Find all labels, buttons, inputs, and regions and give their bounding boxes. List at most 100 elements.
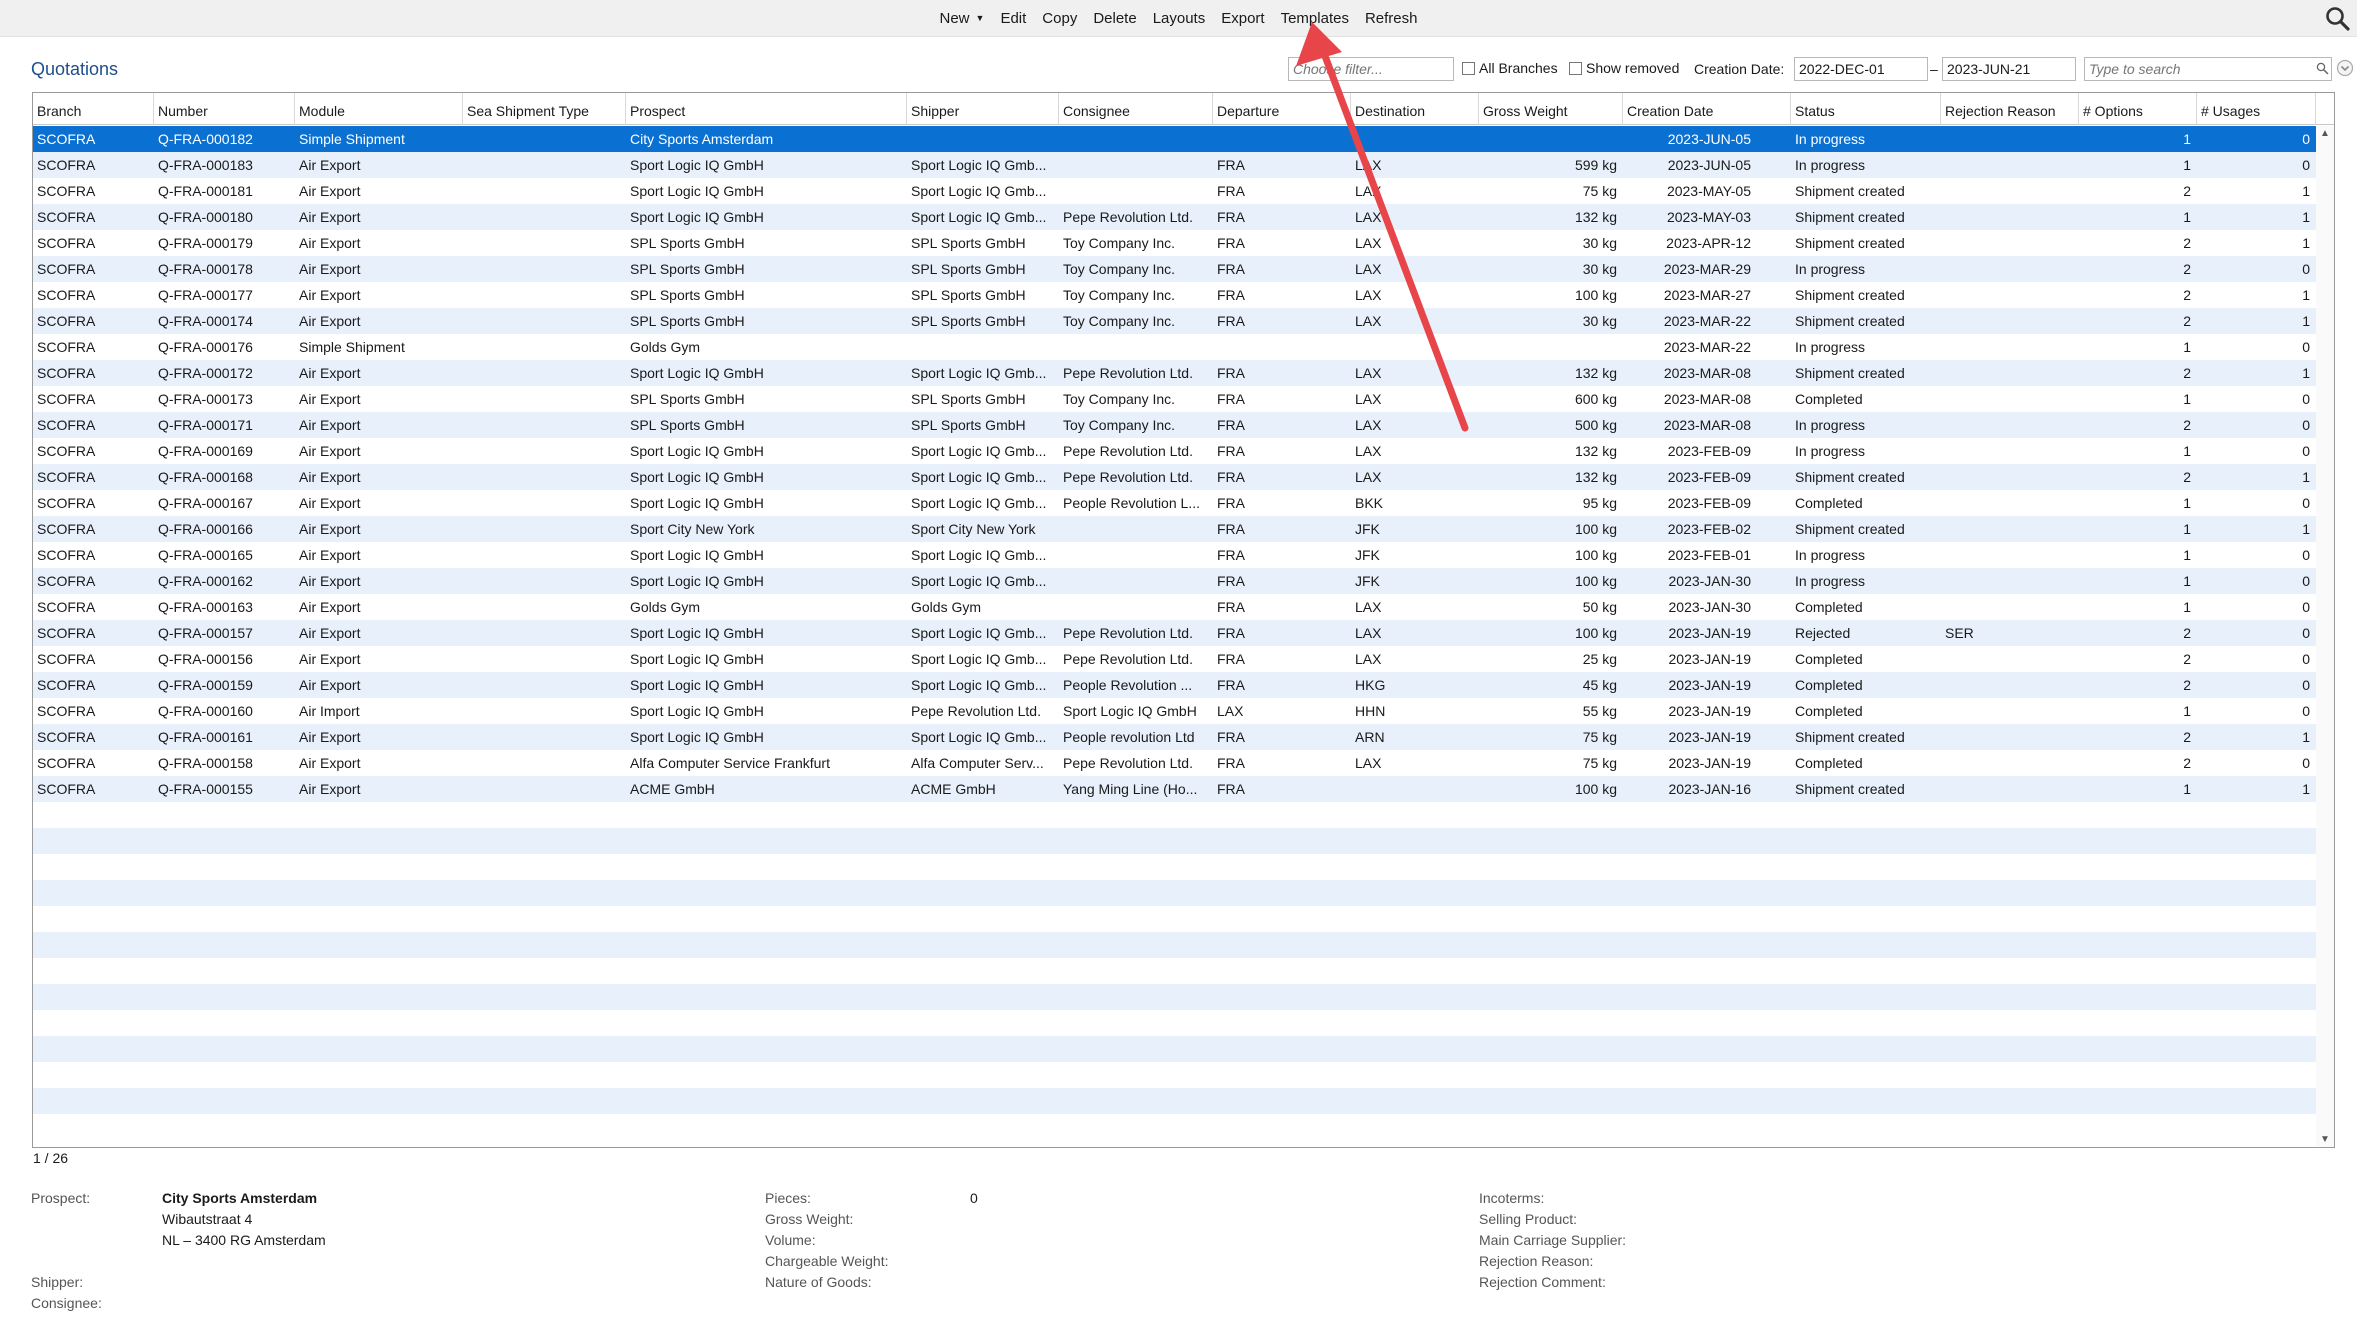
table-row[interactable]: SCOFRA Q-FRA-000177 Air Export SPL Sports G… xyxy=(33,282,2316,308)
table-row[interactable]: SCOFRA Q-FRA-000158 Air Export Alfa Compute… xyxy=(33,750,2316,776)
table-row[interactable]: SCOFRA Q-FRA-000162 Air Export Sport Logic … xyxy=(33,568,2316,594)
table-row[interactable]: SCOFRA Q-FRA-000161 Air Export Sport Logic … xyxy=(33,724,2316,750)
cell-sea-shipment-type xyxy=(463,594,626,620)
menu-new[interactable]: New ▼ xyxy=(932,10,993,27)
cell-departure: FRA xyxy=(1217,573,1245,589)
search-icon[interactable] xyxy=(2316,62,2329,75)
all-branches-checkbox[interactable]: All Branches xyxy=(1462,60,1558,76)
column-header-usages[interactable]: # Usages xyxy=(2197,93,2316,125)
cell-consignee: Pepe Revolution Ltd. xyxy=(1063,755,1193,771)
scroll-up-icon[interactable]: ▲ xyxy=(2320,128,2330,139)
column-header-options[interactable]: # Options xyxy=(2079,93,2197,125)
cell-departure xyxy=(1213,126,1351,152)
table-row[interactable]: SCOFRA Q-FRA-000181 Air Export Sport Logic … xyxy=(33,178,2316,204)
table-row[interactable]: SCOFRA Q-FRA-000165 Air Export Sport Logic … xyxy=(33,542,2316,568)
cell-consignee xyxy=(1059,516,1213,542)
column-header-sea-shipment-type[interactable]: Sea Shipment Type xyxy=(463,93,626,125)
scroll-down-icon[interactable]: ▼ xyxy=(2320,1134,2330,1145)
cell-sea-shipment-type xyxy=(463,126,626,152)
table-row[interactable]: SCOFRA Q-FRA-000179 Air Export SPL Sports G… xyxy=(33,230,2316,256)
checkbox-box[interactable] xyxy=(1462,61,1475,75)
cell-sea-shipment-type xyxy=(463,646,626,672)
vertical-scrollbar[interactable]: ▲ ▼ xyxy=(2316,126,2334,1147)
column-header-departure[interactable]: Departure xyxy=(1213,93,1351,125)
cell-creation-date: 2023-MAR-29 xyxy=(1663,261,1751,277)
cell-number: Q-FRA-000169 xyxy=(158,443,253,459)
cell-usages: 0 xyxy=(2302,131,2310,147)
cell-departure xyxy=(1213,334,1351,360)
cell-options: 1 xyxy=(2183,131,2191,147)
table-row[interactable]: SCOFRA Q-FRA-000156 Air Export Sport Logic … xyxy=(33,646,2316,672)
cell-consignee: Toy Company Inc. xyxy=(1063,261,1176,277)
cell-departure: FRA xyxy=(1217,677,1245,693)
column-header-prospect[interactable]: Prospect xyxy=(626,93,907,125)
table-row[interactable]: SCOFRA Q-FRA-000183 Air Export Sport Logic … xyxy=(33,152,2316,178)
checkbox-box[interactable] xyxy=(1569,61,1582,75)
chevron-down-circle-icon[interactable] xyxy=(2336,59,2354,77)
cell-options: 1 xyxy=(2183,391,2191,407)
cell-shipper: Sport Logic IQ Gmb... xyxy=(911,573,1047,589)
table-row[interactable]: SCOFRA Q-FRA-000174 Air Export SPL Sports G… xyxy=(33,308,2316,334)
cell-prospect: Sport Logic IQ GmbH xyxy=(630,677,764,693)
column-header-number[interactable]: Number xyxy=(154,93,295,125)
column-header-gross-weight[interactable]: Gross Weight xyxy=(1479,93,1623,125)
menu-templates[interactable]: Templates xyxy=(1273,10,1357,27)
show-removed-checkbox[interactable]: Show removed xyxy=(1569,60,1679,76)
search-icon[interactable] xyxy=(2325,6,2351,32)
table-row[interactable]: SCOFRA Q-FRA-000172 Air Export Sport Logic … xyxy=(33,360,2316,386)
column-header-shipper[interactable]: Shipper xyxy=(907,93,1059,125)
table-row[interactable]: SCOFRA Q-FRA-000169 Air Export Sport Logic … xyxy=(33,438,2316,464)
cell-gross-weight: 25 kg xyxy=(1582,651,1617,667)
column-header-status[interactable]: Status xyxy=(1791,93,1941,125)
table-row[interactable]: SCOFRA Q-FRA-000176 Simple Shipment Golds G… xyxy=(33,334,2316,360)
column-header-module[interactable]: Module xyxy=(295,93,463,125)
menu-edit[interactable]: Edit xyxy=(992,10,1034,27)
table-row[interactable]: SCOFRA Q-FRA-000159 Air Export Sport Logic … xyxy=(33,672,2316,698)
table-row-selected[interactable]: SCOFRA Q-FRA-000182 Simple Shipment City Sp… xyxy=(33,126,2316,152)
table-row[interactable]: SCOFRA Q-FRA-000180 Air Export Sport Logic … xyxy=(33,204,2316,230)
menu-layouts[interactable]: Layouts xyxy=(1145,10,1214,27)
menu-copy[interactable]: Copy xyxy=(1034,10,1085,27)
menu-export[interactable]: Export xyxy=(1213,10,1272,27)
table-row[interactable]: SCOFRA Q-FRA-000155 Air Export ACME GmbH ACM… xyxy=(33,776,2316,802)
menu-refresh[interactable]: Refresh xyxy=(1357,10,1426,27)
cell-departure: FRA xyxy=(1217,417,1245,433)
all-branches-label: All Branches xyxy=(1479,60,1558,76)
cell-consignee xyxy=(1059,542,1213,568)
column-header-branch[interactable]: Branch xyxy=(33,93,154,125)
column-header-destination[interactable]: Destination xyxy=(1351,93,1479,125)
cell-destination xyxy=(1351,126,1479,152)
date-to-input[interactable] xyxy=(1942,57,2076,81)
cell-status: In progress xyxy=(1795,547,1866,563)
table-row[interactable]: SCOFRA Q-FRA-000166 Air Export Sport City N… xyxy=(33,516,2316,542)
table-row[interactable]: SCOFRA Q-FRA-000168 Air Export Sport Logic … xyxy=(33,464,2316,490)
table-row[interactable]: SCOFRA Q-FRA-000160 Air Import Sport Logic … xyxy=(33,698,2316,724)
cell-module: Air Export xyxy=(299,209,361,225)
search-input[interactable] xyxy=(2084,57,2332,81)
cell-consignee: People Revolution ... xyxy=(1063,677,1193,693)
table-row[interactable]: SCOFRA Q-FRA-000173 Air Export SPL Sports G… xyxy=(33,386,2316,412)
cell-sea-shipment-type xyxy=(463,152,626,178)
date-from-input[interactable] xyxy=(1794,57,1928,81)
cell-consignee: Pepe Revolution Ltd. xyxy=(1063,365,1193,381)
cell-number: Q-FRA-000182 xyxy=(158,131,253,147)
menu-delete[interactable]: Delete xyxy=(1085,10,1144,27)
table-row[interactable]: SCOFRA Q-FRA-000163 Air Export Golds Gym Gol… xyxy=(33,594,2316,620)
cell-shipper: Sport Logic IQ Gmb... xyxy=(911,157,1047,173)
column-header-consignee[interactable]: Consignee xyxy=(1059,93,1213,125)
table-row[interactable]: SCOFRA Q-FRA-000171 Air Export SPL Sports G… xyxy=(33,412,2316,438)
cell-destination: ARN xyxy=(1355,729,1385,745)
filter-input[interactable] xyxy=(1288,57,1454,81)
table-row[interactable]: SCOFRA Q-FRA-000178 Air Export SPL Sports G… xyxy=(33,256,2316,282)
cell-consignee: Toy Company Inc. xyxy=(1063,391,1176,407)
cell-status: Shipment created xyxy=(1795,365,1905,381)
cell-destination: LAX xyxy=(1355,157,1382,173)
cell-branch: SCOFRA xyxy=(37,339,96,355)
table-row[interactable]: SCOFRA Q-FRA-000157 Air Export Sport Logic … xyxy=(33,620,2316,646)
cell-gross-weight: 30 kg xyxy=(1582,261,1617,277)
table-row[interactable]: SCOFRA Q-FRA-000167 Air Export Sport Logic … xyxy=(33,490,2316,516)
column-header-creation-date[interactable]: Creation Date xyxy=(1623,93,1791,125)
cell-sea-shipment-type xyxy=(463,490,626,516)
column-header-rejection-reason[interactable]: Rejection Reason xyxy=(1941,93,2079,125)
cell-sea-shipment-type xyxy=(463,386,626,412)
